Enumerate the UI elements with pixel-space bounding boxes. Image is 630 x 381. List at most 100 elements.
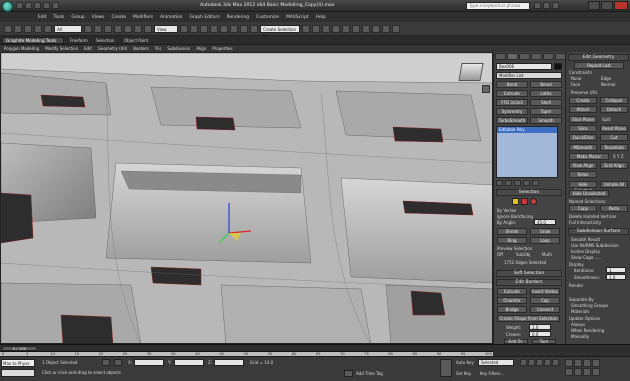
copy-button[interactable]: Copy: [569, 205, 597, 212]
zoom-icon[interactable]: [565, 359, 573, 367]
tab-freeform[interactable]: Freeform: [70, 38, 88, 43]
orbit-icon[interactable]: [583, 368, 591, 376]
reference-coordinate-dropdown[interactable]: View: [154, 24, 178, 33]
smooth-button[interactable]: Smooth: [530, 117, 562, 124]
redo-icon[interactable]: [52, 2, 59, 9]
object-color-swatch[interactable]: [554, 63, 562, 70]
view-align-button[interactable]: View Align: [569, 162, 597, 169]
named-selection-sets-dropdown[interactable]: Create Selection Se: [260, 24, 300, 39]
zoom-all-icon[interactable]: [574, 359, 582, 367]
connect-button[interactable]: Connect: [530, 306, 560, 313]
menu-tools[interactable]: Tools: [54, 15, 65, 20]
minimize-icon[interactable]: [588, 1, 600, 10]
absolute-mode-icon[interactable]: [114, 359, 122, 366]
smoothness-spinner[interactable]: 1.0: [606, 274, 626, 280]
pin-stack-icon[interactable]: [496, 180, 503, 186]
zoom-extents-all-icon[interactable]: [592, 359, 600, 367]
app-logo-icon[interactable]: [2, 1, 13, 12]
selection-rollout-header[interactable]: Selection: [496, 189, 562, 196]
curve-editor-icon[interactable]: [342, 24, 350, 33]
new-file-icon[interactable]: [16, 2, 23, 9]
ring-button[interactable]: Ring: [497, 237, 527, 244]
edge-level-icon[interactable]: [521, 198, 528, 205]
select-move-icon[interactable]: [124, 24, 132, 33]
key-filters-button[interactable]: Key Filters...: [480, 371, 504, 376]
undo-icon[interactable]: [4, 24, 12, 33]
panel-modify-selection[interactable]: Modify Selection: [45, 46, 78, 51]
msmooth-button[interactable]: MSmooth: [569, 144, 597, 151]
grow-button[interactable]: Grow: [530, 228, 560, 235]
cap-button[interactable]: Cap: [530, 297, 560, 304]
weight-spinner[interactable]: 1.0: [529, 324, 551, 330]
create-button[interactable]: Create: [569, 97, 597, 104]
schematic-view-icon[interactable]: [352, 24, 360, 33]
y-coord-field[interactable]: [174, 359, 204, 366]
paste-button[interactable]: Paste: [600, 205, 628, 212]
menu-animation[interactable]: Animation: [160, 15, 182, 20]
preview-off-radio[interactable]: Off: [497, 252, 503, 257]
menu-customize[interactable]: Customize: [256, 15, 279, 20]
chamfer-button[interactable]: Chamfer: [497, 297, 527, 304]
slice-button[interactable]: Slice: [569, 125, 597, 132]
next-frame-icon[interactable]: [544, 359, 551, 366]
modify-tab-icon[interactable]: [507, 53, 518, 60]
pivot-center-icon[interactable]: [180, 24, 188, 33]
key-mode-dropdown[interactable]: Selected: [478, 359, 514, 366]
set-key-icon[interactable]: [440, 359, 452, 377]
split-checkbox[interactable]: Split: [602, 117, 611, 122]
panel-edit[interactable]: Edit: [84, 46, 92, 51]
select-scale-icon[interactable]: [144, 24, 152, 33]
add-time-tag-label[interactable]: Add Time Tag: [356, 371, 383, 376]
spinner-snap-icon[interactable]: [240, 24, 248, 33]
constraint-face-radio[interactable]: Face: [571, 82, 580, 87]
panel-polygon-modeling[interactable]: Polygon Modeling: [4, 46, 39, 51]
update-when-rendering-radio[interactable]: When Rendering: [571, 328, 604, 333]
smooth-result-checkbox[interactable]: Smooth Result: [571, 237, 600, 242]
isoline-display-checkbox[interactable]: Isoline Display: [571, 249, 600, 254]
max-to-physx-button[interactable]: Max to Physx: [1, 359, 35, 367]
insert-vertex-button[interactable]: Insert Vertex: [530, 288, 560, 295]
by-angle-checkbox[interactable]: By Angle:: [497, 220, 516, 225]
hide-unselected-button[interactable]: Hide Unselected: [569, 190, 609, 197]
collapse-button[interactable]: Collapse: [600, 97, 628, 104]
save-file-icon[interactable]: [34, 2, 41, 9]
repeat-last-button[interactable]: Repeat Last: [574, 62, 624, 69]
modifier-stack[interactable]: Editable Poly: [496, 126, 558, 178]
maximize-viewport-icon[interactable]: [592, 368, 600, 376]
shrink-button[interactable]: Shrink: [497, 228, 527, 235]
previous-frame-icon[interactable]: [528, 359, 535, 366]
tessellate-button[interactable]: Tessellate: [600, 144, 628, 151]
edit-geometry-rollout[interactable]: Edit Geometry: [568, 54, 629, 61]
lathe-button[interactable]: Lathe: [530, 90, 562, 97]
maximize-icon[interactable]: [601, 1, 613, 10]
panel-tris[interactable]: Tris: [155, 46, 162, 51]
symmetry-button[interactable]: Symmetry: [496, 108, 528, 115]
by-angle-spinner[interactable]: 45.0: [534, 219, 556, 225]
modifier-list-dropdown[interactable]: Modifier List: [496, 72, 562, 79]
selection-filter-dropdown[interactable]: All: [54, 24, 82, 33]
percent-snap-icon[interactable]: [230, 24, 238, 33]
field-of-view-icon[interactable]: [565, 368, 573, 376]
play-icon[interactable]: [536, 359, 543, 366]
subdivision-surface-rollout[interactable]: Subdivision Surface: [568, 228, 629, 235]
cut-button[interactable]: Cut: [600, 134, 628, 141]
delete-isolated-checkbox[interactable]: Delete Isolated Vertices: [569, 214, 616, 219]
unlink-icon[interactable]: [34, 24, 42, 33]
soft-selection-rollout[interactable]: Soft Selection: [496, 270, 562, 277]
redo-icon[interactable]: [14, 24, 22, 33]
slice-plane-button[interactable]: Slice Plane: [569, 116, 597, 123]
panel-align[interactable]: Align: [196, 46, 206, 51]
auto-key-button[interactable]: Auto Key: [456, 360, 474, 365]
turbosmooth-button[interactable]: TurboSmooth: [496, 117, 528, 124]
motion-tab-icon[interactable]: [531, 53, 542, 60]
make-planar-button[interactable]: Make Planar: [569, 153, 609, 160]
display-tab-icon[interactable]: [543, 53, 554, 60]
bind-space-warp-icon[interactable]: [44, 24, 52, 33]
extrude-button[interactable]: Extrude: [496, 90, 528, 97]
bend-button[interactable]: Bend: [496, 81, 528, 88]
preview-multi-radio[interactable]: Multi: [542, 252, 552, 257]
full-interactivity-checkbox[interactable]: Full Interactivity: [569, 220, 601, 225]
create-shape-button[interactable]: Create Shape From Selection: [497, 315, 560, 322]
render-setup-icon[interactable]: [372, 24, 380, 33]
grid-align-button[interactable]: Grid Align: [600, 162, 628, 169]
